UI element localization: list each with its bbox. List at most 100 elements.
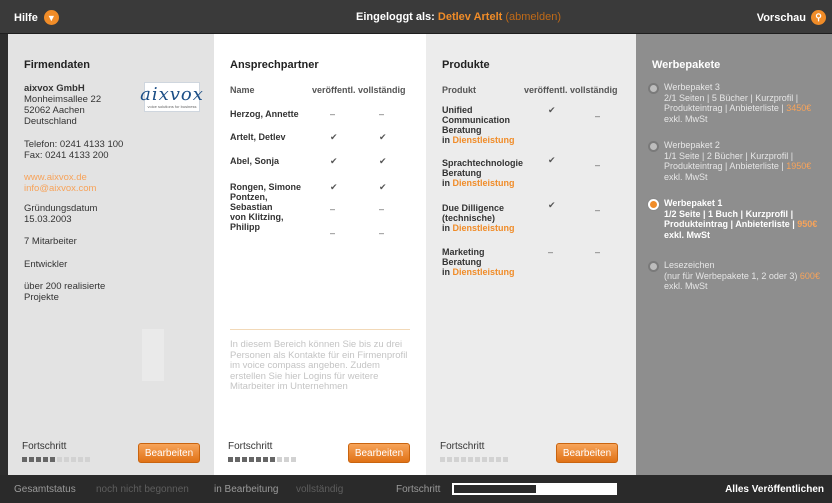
product-name-line2: Beratung (442, 168, 482, 178)
ansprechpartner-edit-button[interactable]: Bearbeiten (348, 443, 410, 463)
progress-dot (43, 457, 48, 462)
progress-dot (503, 457, 508, 462)
product-complete-mark: – (595, 160, 601, 170)
package-radio[interactable] (648, 199, 659, 210)
package-tax: exkl. MwSt (664, 171, 708, 182)
help-label: Hilfe (14, 11, 38, 24)
product-category-link[interactable]: Dienstleistung (453, 223, 515, 233)
product-category-prefix: in (442, 267, 450, 277)
product-category-link[interactable]: Dienstleistung (453, 135, 515, 145)
product-name: Sprachtechnologie (442, 158, 524, 168)
produkte-progress-dots (440, 457, 508, 462)
product-col-published: veröffentl. (524, 85, 568, 95)
company-website-link[interactable]: www.aixvox.de (24, 173, 87, 183)
progress-dot (468, 457, 473, 462)
contact-name-line2: Sebastian (230, 202, 273, 212)
package-price: 950€ (797, 219, 818, 229)
package-radio[interactable] (648, 261, 659, 272)
contact-row[interactable]: von Klitzing, Philipp (230, 212, 284, 232)
product-category-prefix: in (442, 178, 450, 188)
package-price: 1950€ (786, 161, 812, 171)
package-option[interactable]: Werbepaket 3 2/1 Seiten | 5 Bücher | Kur… (648, 82, 826, 126)
product-category: in Dienstleistung (442, 135, 515, 145)
package-name: Werbepaket 3 (664, 82, 720, 92)
product-category: in Dienstleistung (442, 223, 515, 233)
contact-published-mark: ✔ (330, 182, 338, 192)
company-fax: Fax: 0241 4133 200 (24, 150, 109, 161)
progress-dot (454, 457, 459, 462)
preview-link[interactable]: Vorschau ⚲ (757, 10, 826, 25)
contact-row[interactable]: Abel, Sonja (230, 156, 279, 166)
package-tax: exkl. MwSt (664, 113, 708, 124)
firmendaten-edit-button[interactable]: Bearbeiten (138, 443, 200, 463)
contact-name: Artelt, Detlev (230, 132, 286, 142)
product-complete-mark: – (595, 247, 601, 257)
package-option[interactable]: Werbepaket 2 1/1 Seite | 2 Bücher | Kurz… (648, 140, 826, 184)
contact-published-mark: ✔ (330, 132, 338, 142)
product-row[interactable]: Sprachtechnologie Beratung in Dienstleis… (442, 158, 523, 188)
product-name: Marketing (442, 247, 485, 257)
company-email-link[interactable]: info@aixvox.com (24, 184, 96, 194)
contact-published-mark: ✔ (330, 156, 338, 166)
progress-dot (263, 457, 268, 462)
package-desc: 1/2 Seite | 1 Buch | Kurzprofil | Produk… (664, 208, 795, 230)
progress-dot (228, 457, 233, 462)
package-name: Werbepaket 1 (664, 198, 723, 208)
package-text: Werbepaket 1 1/2 Seite | 1 Buch | Kurzpr… (664, 198, 828, 240)
package-option[interactable]: Werbepaket 1 1/2 Seite | 1 Buch | Kurzpr… (648, 198, 826, 242)
product-category: in Dienstleistung (442, 178, 523, 188)
product-category-link[interactable]: Dienstleistung (453, 178, 515, 188)
contact-row[interactable]: Pontzen, Sebastian (230, 192, 273, 212)
help-link[interactable]: Hilfe ▼ (14, 10, 59, 25)
product-row[interactable]: Marketing Beratung in Dienstleistung (442, 247, 515, 277)
firmendaten-title: Firmendaten (24, 59, 91, 71)
progress-dot (475, 457, 480, 462)
logout-link[interactable]: (abmelden) (505, 11, 561, 23)
produkte-edit-button[interactable]: Bearbeiten (556, 443, 618, 463)
projects-line-2: Projekte (24, 292, 59, 303)
progress-dot (249, 457, 254, 462)
package-text: Lesezeichen (nur für Werbepakete 1, 2 od… (664, 260, 828, 292)
progress-dot (256, 457, 261, 462)
progress-dot (71, 457, 76, 462)
werbepakete-title: Werbepakete (652, 59, 721, 71)
company-street: Monheimsallee 22 (24, 94, 102, 105)
product-row[interactable]: Due Dilligence (technische) in Dienstlei… (442, 203, 515, 233)
overall-progress-label: Fortschritt (396, 484, 441, 495)
product-published-mark: ✔ (548, 105, 556, 115)
contact-row[interactable]: Rongen, Simone (230, 182, 301, 192)
product-complete-mark: – (595, 205, 601, 215)
status-bar: Gesamtstatus noch nicht begonnen in Bear… (0, 475, 832, 503)
login-status: Eingeloggt als: Detlev Artelt (abmelden) (356, 11, 561, 23)
contact-complete-mark: ✔ (379, 132, 387, 142)
contact-name: Abel, Sonja (230, 156, 280, 166)
contact-row[interactable]: Artelt, Detlev (230, 132, 286, 142)
product-complete-mark: – (595, 111, 601, 121)
progress-dot (447, 457, 452, 462)
package-radio[interactable] (648, 141, 659, 152)
contact-row[interactable]: Herzog, Annette (230, 109, 299, 119)
progress-dot (291, 457, 296, 462)
logged-in-user: Detlev Artelt (437, 11, 503, 23)
package-desc: 1/1 Seite | 2 Bücher | Kurzprofil | Prod… (664, 150, 794, 172)
contact-col-published: veröffentl. (312, 85, 356, 95)
progress-dot (85, 457, 90, 462)
progress-dot (270, 457, 275, 462)
contact-complete-mark: ✔ (379, 182, 387, 192)
package-name: Werbepaket 2 (664, 140, 720, 150)
product-col-name: Produkt (442, 85, 477, 95)
package-desc: (nur für Werbepakete 1, 2 oder 3) (664, 270, 798, 281)
product-published-mark: ✔ (548, 155, 556, 165)
contact-published-mark: – (330, 109, 336, 119)
package-option[interactable]: Lesezeichen (nur für Werbepakete 1, 2 od… (648, 260, 826, 294)
publish-all-button[interactable]: Alles Veröffentlichen (725, 484, 824, 495)
progress-dot (277, 457, 282, 462)
product-category-link[interactable]: Dienstleistung (453, 267, 515, 277)
company-type: Entwickler (24, 259, 68, 270)
package-name: Lesezeichen (664, 260, 715, 270)
projects-line-1: über 200 realisierte (24, 281, 106, 292)
package-radio[interactable] (648, 83, 659, 94)
product-name: Due Dilligence (442, 203, 505, 213)
product-name-line2: (technische) (442, 213, 496, 223)
product-row[interactable]: Unified Communication Beratung in Dienst… (442, 105, 515, 145)
